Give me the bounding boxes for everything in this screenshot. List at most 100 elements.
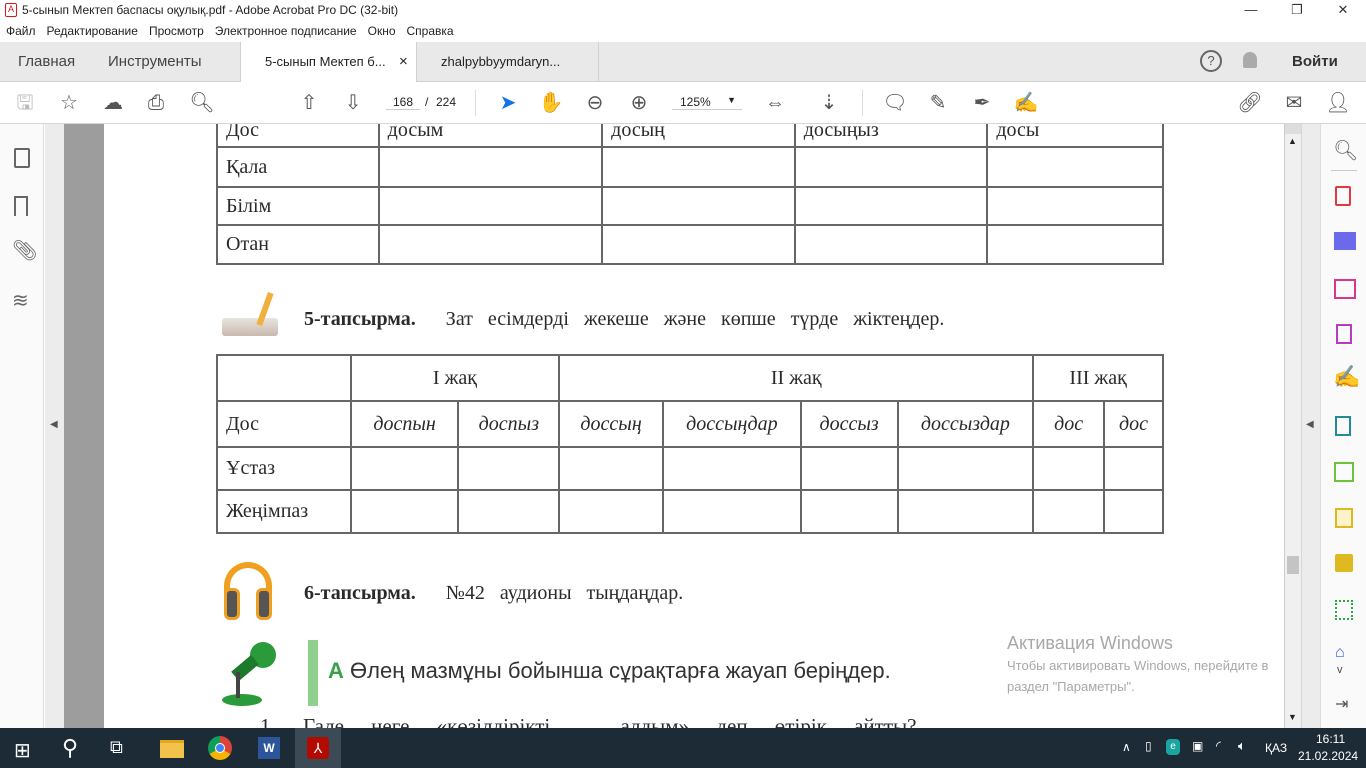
zoom-out-icon[interactable]: ⊖ bbox=[582, 90, 608, 116]
file-explorer-icon[interactable] bbox=[160, 740, 184, 758]
page-down-icon[interactable]: ⇩ bbox=[340, 90, 366, 116]
edit-document-icon[interactable]: ✍ bbox=[1013, 90, 1039, 116]
select-cursor-icon[interactable]: ➤ bbox=[495, 90, 521, 116]
volume-icon[interactable]: 🔈︎ bbox=[1238, 738, 1246, 754]
export-pdf-icon[interactable] bbox=[1334, 232, 1356, 250]
share-link-icon[interactable]: 🔗︎ bbox=[1237, 90, 1263, 116]
tab-document-2[interactable]: zhalpybbyymdaryn... bbox=[417, 42, 599, 82]
more-tools-icon[interactable]: ⌂ bbox=[1335, 644, 1345, 662]
page-thumbnails-icon[interactable] bbox=[14, 148, 30, 168]
bell-icon[interactable] bbox=[1243, 52, 1257, 68]
table-row: Отан bbox=[216, 224, 1164, 265]
add-user-icon[interactable]: 👤︎ bbox=[1325, 90, 1351, 116]
help-icon[interactable]: ? bbox=[1200, 50, 1222, 72]
activation-line-1: Чтобы активировать Windows, перейдите в bbox=[1007, 658, 1269, 673]
fill-sign-icon[interactable]: ✍ bbox=[1333, 364, 1360, 390]
attachment-icon[interactable]: 📎︎ bbox=[12, 238, 37, 263]
cell: дос bbox=[1032, 400, 1106, 448]
zoom-select[interactable]: 125% ▼ bbox=[672, 95, 742, 110]
scroll-mode-icon[interactable]: ⇣ bbox=[816, 90, 842, 116]
search-zoom-icon[interactable]: 🔍︎ bbox=[189, 90, 215, 116]
right-pane-toggle[interactable]: ◀ bbox=[1301, 124, 1320, 728]
meet-now-icon[interactable]: ▯ bbox=[1145, 739, 1152, 753]
windows-start-icon[interactable]: ⊞ bbox=[14, 738, 31, 763]
tab-label: zhalpybbyymdaryn... bbox=[441, 54, 561, 69]
star-icon[interactable]: ☆ bbox=[56, 90, 82, 116]
tab-document-active[interactable]: 5-сынып Мектеп б... × bbox=[240, 42, 417, 83]
find-zoom-icon[interactable]: 🔍︎ bbox=[1333, 138, 1358, 163]
maximize-button[interactable]: ❐ bbox=[1274, 0, 1320, 20]
task-label: 5-тапсырма. bbox=[304, 308, 416, 330]
language-indicator[interactable]: ҚАЗ bbox=[1265, 741, 1287, 755]
close-window-button[interactable]: ✕ bbox=[1320, 0, 1366, 20]
close-tab-icon[interactable]: × bbox=[399, 42, 408, 82]
left-pane-toggle[interactable]: ◀ bbox=[45, 124, 64, 728]
menu-window[interactable]: Окно bbox=[368, 20, 396, 42]
zoom-in-icon[interactable]: ⊕ bbox=[626, 90, 652, 116]
menu-esign[interactable]: Электронное подписание bbox=[215, 20, 357, 42]
book-quill-icon bbox=[218, 290, 282, 340]
menu-help[interactable]: Справка bbox=[407, 20, 454, 42]
comment-tool-icon[interactable] bbox=[1335, 508, 1353, 528]
page-up-icon[interactable]: ⇧ bbox=[296, 90, 322, 116]
sticky-note-icon[interactable] bbox=[1335, 554, 1353, 572]
fit-page-icon[interactable]: ⇔ bbox=[762, 90, 788, 116]
word-icon[interactable]: W bbox=[258, 737, 280, 759]
vertical-scrollbar[interactable]: ▲ ▼ bbox=[1284, 124, 1301, 728]
bookmark-icon[interactable] bbox=[14, 196, 28, 216]
chrome-icon[interactable] bbox=[208, 736, 232, 760]
cell: Дос bbox=[216, 400, 352, 448]
collapse-pane-icon[interactable]: ⇥ bbox=[1335, 694, 1348, 714]
table-row: І жақ ІІ жақ ІІІ жақ bbox=[216, 354, 1164, 402]
email-icon[interactable]: ✉ bbox=[1281, 90, 1307, 116]
cell: доссыз bbox=[799, 400, 899, 448]
minimize-button[interactable]: — bbox=[1228, 0, 1274, 20]
tab-tools[interactable]: Инструменты bbox=[108, 42, 202, 82]
print-icon[interactable]: ⎙ bbox=[143, 90, 169, 116]
activation-line-2: раздел "Параметры". bbox=[1007, 679, 1135, 694]
organize-pages-icon[interactable] bbox=[1334, 279, 1356, 299]
tab-home[interactable]: Главная bbox=[18, 42, 75, 82]
sign-in-button[interactable]: Войти bbox=[1292, 53, 1338, 70]
chevron-down-icon[interactable]: v bbox=[1337, 664, 1343, 676]
save-icon[interactable]: 🖫 bbox=[12, 90, 38, 116]
task-view-icon[interactable]: ⧉ bbox=[110, 737, 123, 758]
menu-edit[interactable]: Редактирование bbox=[47, 20, 138, 42]
create-pdf-icon[interactable] bbox=[1335, 186, 1351, 206]
battery-icon[interactable]: ▣ bbox=[1192, 739, 1203, 753]
header-cell: І жақ bbox=[349, 354, 561, 402]
hand-tool-icon[interactable]: ✋ bbox=[538, 90, 564, 116]
scroll-thumb[interactable] bbox=[1287, 556, 1299, 574]
upload-cloud-icon[interactable]: ☁ bbox=[100, 90, 126, 116]
cell: Отан bbox=[216, 224, 380, 265]
cell: досың bbox=[601, 124, 796, 148]
scroll-up-icon[interactable]: ▲ bbox=[1288, 136, 1297, 146]
table-row: Білім bbox=[216, 186, 1164, 226]
pdf-page: Дос досым досың досыңыз досы Қала Білім … bbox=[104, 124, 1284, 728]
sign-pen-icon[interactable]: ✒ bbox=[969, 90, 995, 116]
table-row: Ұстаз bbox=[216, 446, 1164, 491]
fill-sign-form-icon[interactable] bbox=[1336, 324, 1352, 344]
eset-icon[interactable]: e bbox=[1166, 739, 1180, 755]
scroll-down-icon[interactable]: ▼ bbox=[1288, 712, 1297, 722]
search-icon[interactable]: ⚲ bbox=[62, 735, 78, 761]
task-text: Зат есімдерді жекеше және көпше түрде жі… bbox=[445, 308, 945, 330]
show-hidden-icons[interactable]: ∧ bbox=[1122, 740, 1131, 754]
acrobat-taskbar-button[interactable]: ⅄ bbox=[295, 728, 341, 768]
menu-file[interactable]: Файл bbox=[6, 20, 36, 42]
table-possessive: Дос досым досың досыңыз досы Қала Білім … bbox=[216, 124, 1164, 265]
compare-files-icon[interactable] bbox=[1334, 462, 1354, 482]
divider bbox=[1331, 170, 1357, 171]
clock-date[interactable]: 21.02.2024 bbox=[1298, 749, 1358, 763]
comment-icon[interactable]: 🗨︎ bbox=[882, 90, 908, 116]
print-production-icon[interactable] bbox=[1335, 600, 1353, 620]
highlight-pen-icon[interactable]: ✎ bbox=[925, 90, 951, 116]
chevron-left-icon: ◀ bbox=[1306, 419, 1314, 430]
clock-time[interactable]: 16:11 bbox=[1316, 732, 1345, 746]
wifi-icon[interactable]: ◜ bbox=[1216, 738, 1221, 754]
table-row: Жеңімпаз bbox=[216, 489, 1164, 534]
layers-icon[interactable]: ≋ bbox=[12, 288, 29, 313]
menu-view[interactable]: Просмотр bbox=[149, 20, 204, 42]
send-for-review-icon[interactable] bbox=[1335, 416, 1351, 436]
page-number-input[interactable]: 168 bbox=[386, 95, 420, 110]
